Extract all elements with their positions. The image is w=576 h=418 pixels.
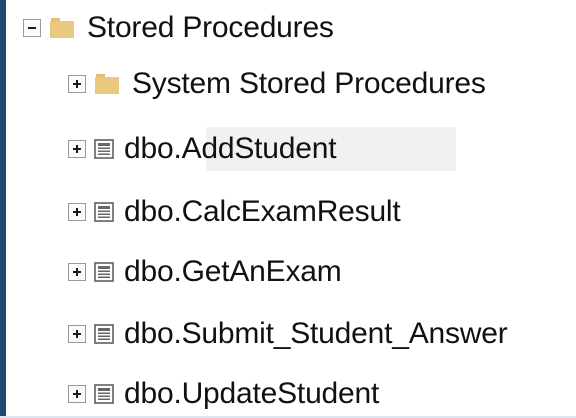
stored-procedure-icon bbox=[94, 384, 114, 404]
stored-procedure-icon bbox=[94, 262, 114, 282]
expand-toggle-icon[interactable] bbox=[68, 75, 86, 93]
tree-node-label: dbo.AddStudent bbox=[124, 132, 337, 165]
tree-node-add-student[interactable]: dbo.AddStudent bbox=[68, 125, 457, 173]
tree-node-label: dbo.Submit_Student_Answer bbox=[124, 317, 508, 350]
tree-node-label: dbo.UpdateStudent bbox=[124, 377, 380, 410]
expand-toggle-icon[interactable] bbox=[68, 325, 86, 343]
expand-toggle-icon[interactable] bbox=[68, 385, 86, 403]
tree-node-label: dbo.CalcExamResult bbox=[124, 195, 401, 228]
tree-node-update-student[interactable]: dbo.UpdateStudent bbox=[68, 370, 379, 418]
folder-icon bbox=[49, 18, 75, 38]
tree-node-calc-exam-result[interactable]: dbo.CalcExamResult bbox=[68, 188, 401, 236]
expand-toggle-icon[interactable] bbox=[68, 140, 86, 158]
tree-node-label: Stored Procedures bbox=[87, 11, 334, 44]
expand-toggle-icon[interactable] bbox=[68, 263, 86, 281]
tree-node-system-stored-procedures[interactable]: System Stored Procedures bbox=[68, 60, 486, 108]
stored-procedure-icon bbox=[94, 139, 114, 159]
tree-node-get-an-exam[interactable]: dbo.GetAnExam bbox=[68, 248, 342, 296]
tree-node-stored-procedures[interactable]: Stored Procedures bbox=[23, 4, 334, 52]
object-explorer-tree: Stored Procedures System Stored Procedur… bbox=[0, 0, 576, 418]
collapse-toggle-icon[interactable] bbox=[23, 19, 41, 37]
stored-procedure-icon bbox=[94, 202, 114, 222]
stored-procedure-icon bbox=[94, 324, 114, 344]
tree-node-label: dbo.GetAnExam bbox=[124, 255, 342, 288]
tree-node-label: System Stored Procedures bbox=[132, 67, 486, 100]
folder-icon bbox=[94, 74, 120, 94]
tree-node-submit-student-answer[interactable]: dbo.Submit_Student_Answer bbox=[68, 310, 508, 358]
expand-toggle-icon[interactable] bbox=[68, 203, 86, 221]
